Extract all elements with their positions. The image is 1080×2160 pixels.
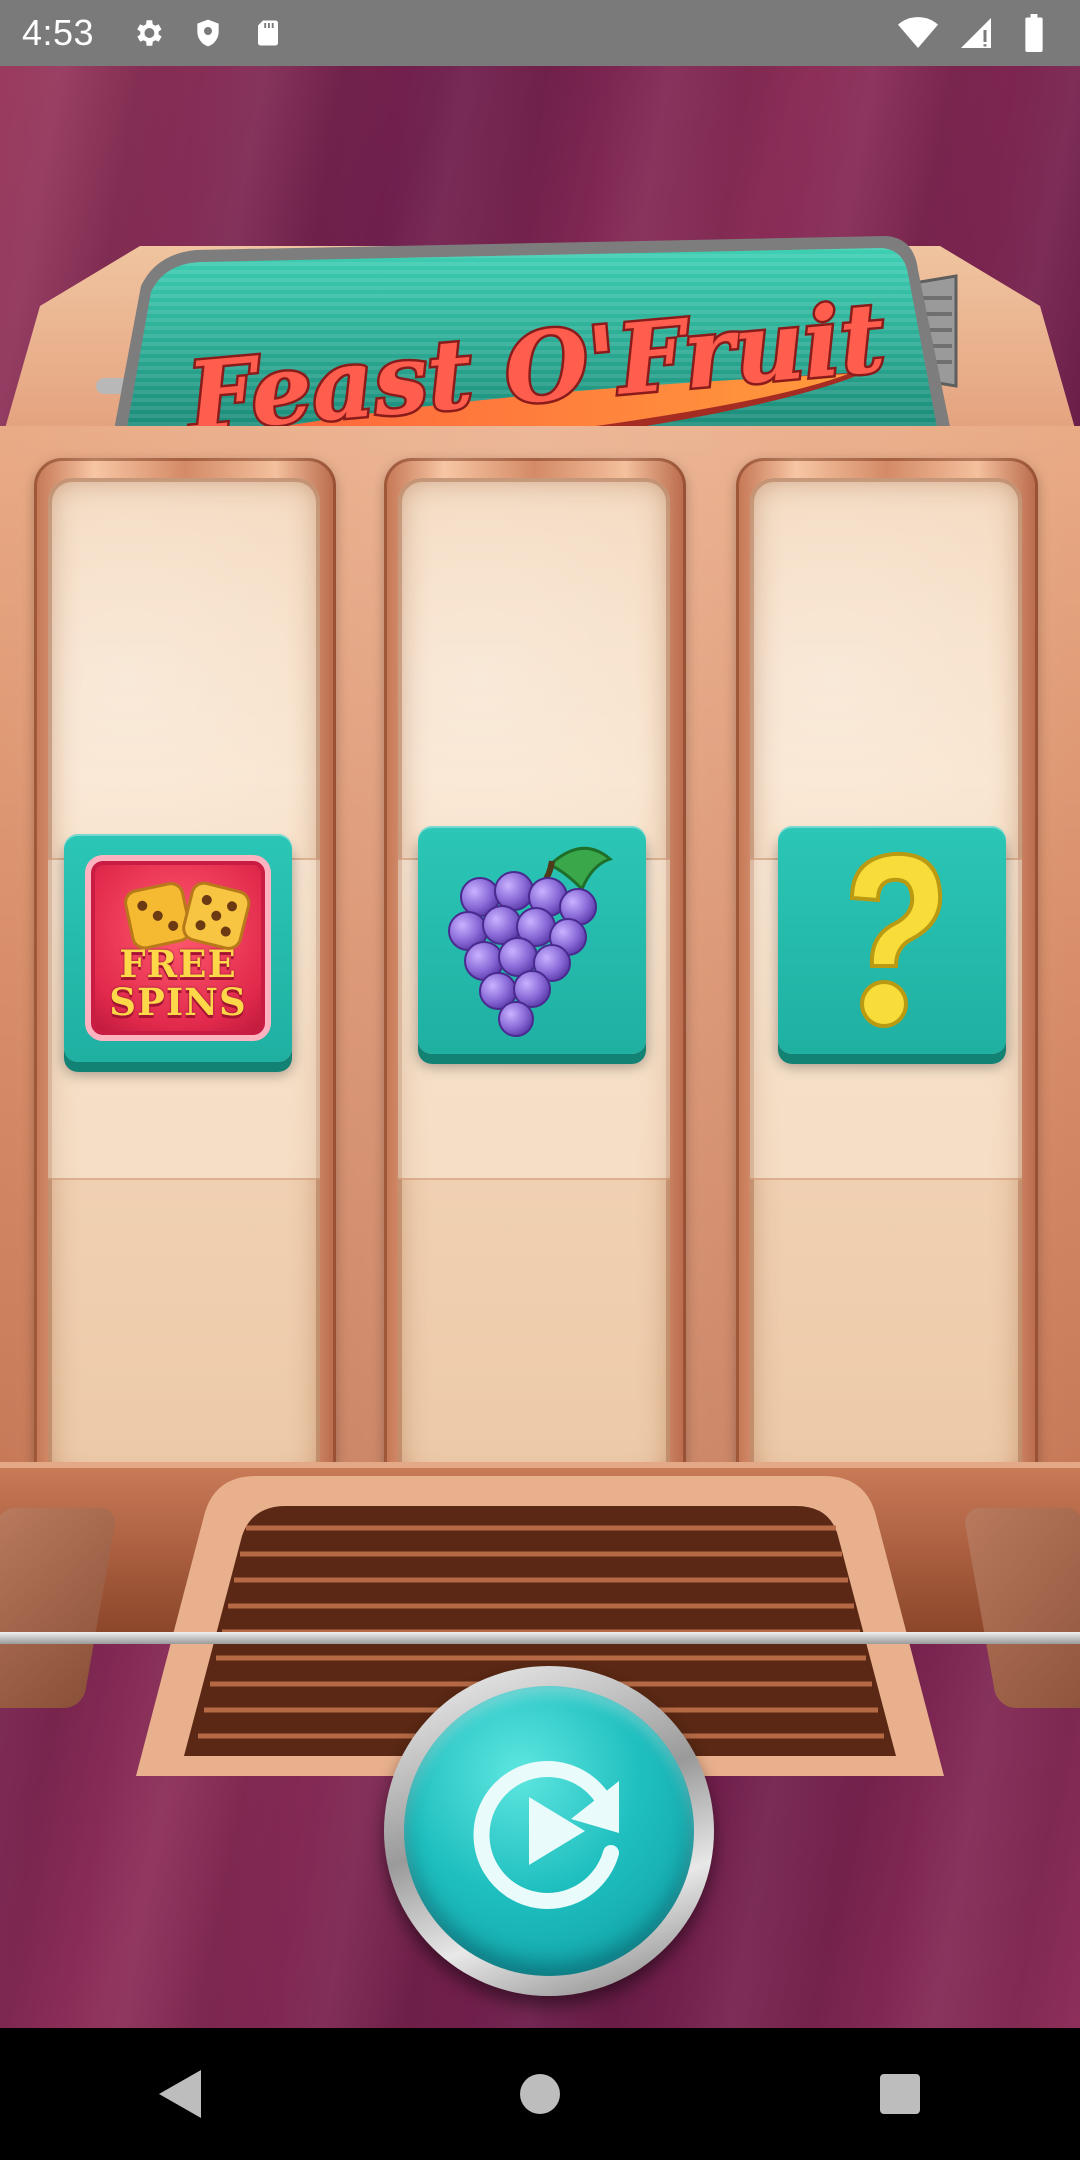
spin-button[interactable] bbox=[404, 1686, 694, 1976]
recents-icon bbox=[880, 2074, 920, 2114]
status-icons-right bbox=[898, 13, 1054, 53]
free-spins-symbol: FREE SPINS bbox=[64, 834, 292, 1062]
sd-card-icon bbox=[248, 13, 288, 53]
cabinet-base-rim bbox=[0, 1632, 1080, 1644]
battery-icon bbox=[1014, 13, 1054, 53]
status-bar: 4:53 bbox=[0, 0, 1080, 66]
home-icon bbox=[520, 2074, 560, 2114]
back-icon bbox=[159, 2070, 201, 2118]
replay-play-icon bbox=[473, 1761, 619, 1909]
mystery-symbol bbox=[778, 826, 1006, 1054]
left-panel bbox=[0, 1508, 118, 1708]
grapes-symbol bbox=[418, 826, 646, 1054]
game-area: Feast O'Fruit FREE SPINS bbox=[0, 66, 1080, 2028]
navigation-bar bbox=[0, 2028, 1080, 2160]
recents-button[interactable] bbox=[855, 2049, 945, 2139]
right-panel bbox=[962, 1508, 1080, 1708]
grapes-icon bbox=[448, 846, 613, 1037]
signal-icon bbox=[956, 13, 996, 53]
status-time: 4:53 bbox=[22, 12, 95, 53]
free-spins-card: FREE SPINS bbox=[85, 855, 271, 1041]
dice-icon bbox=[124, 881, 251, 950]
spin-button-ring bbox=[384, 1666, 714, 1996]
question-mark-icon bbox=[849, 851, 943, 1028]
status-icons-left bbox=[128, 13, 288, 53]
gear-icon bbox=[128, 13, 168, 53]
shield-icon bbox=[188, 13, 228, 53]
wifi-icon bbox=[898, 13, 938, 53]
home-button[interactable] bbox=[495, 2049, 585, 2139]
back-button[interactable] bbox=[135, 2049, 225, 2139]
free-spins-label-2: SPINS bbox=[109, 980, 247, 1024]
